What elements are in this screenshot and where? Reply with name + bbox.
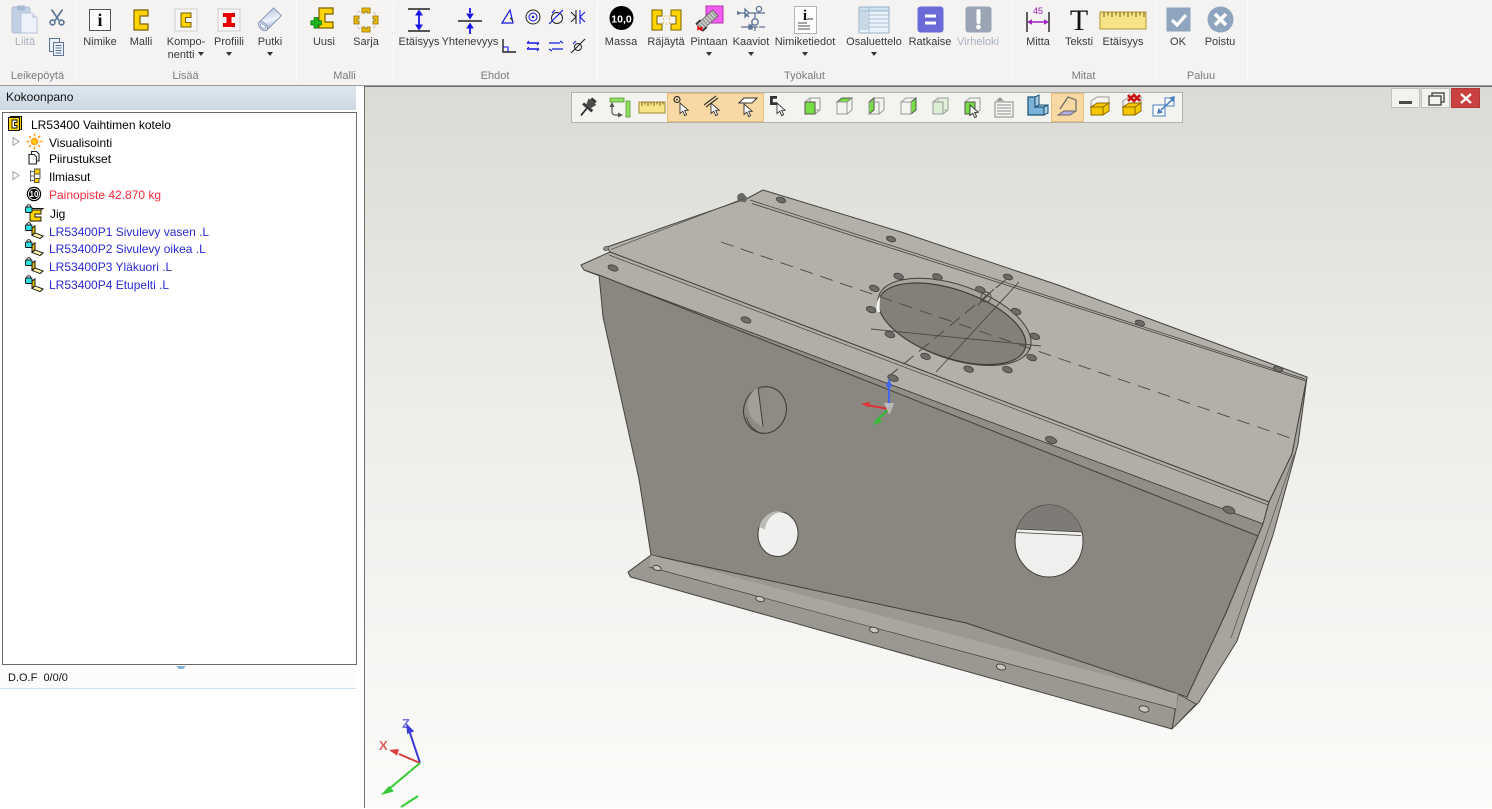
svg-text:i: i: [97, 10, 102, 30]
svg-text:i: i: [802, 8, 806, 24]
svg-text:T: T: [1070, 6, 1088, 34]
svg-text:45: 45: [1033, 6, 1043, 16]
svg-text:10: 10: [30, 190, 39, 199]
svg-text:X: X: [379, 738, 388, 753]
svg-text:10,0: 10,0: [611, 14, 632, 26]
